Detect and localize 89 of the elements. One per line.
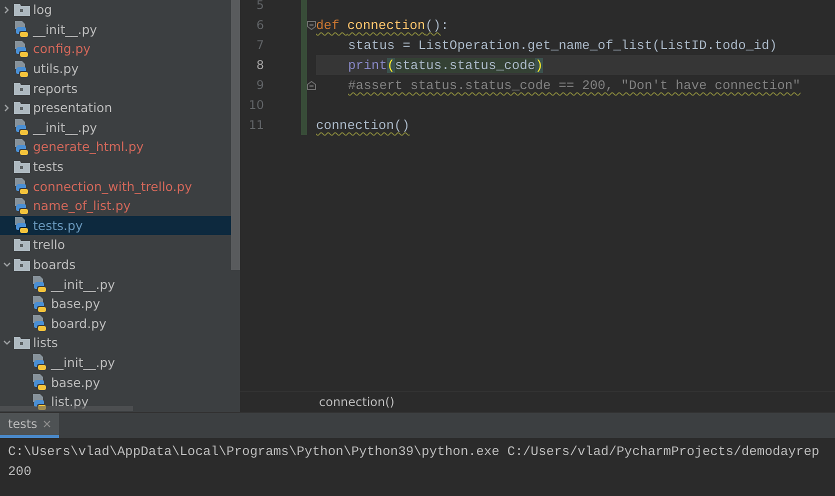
tree-item[interactable]: trello xyxy=(0,235,231,255)
python-file-icon xyxy=(32,394,47,410)
run-tab[interactable]: tests xyxy=(0,413,60,438)
item-label[interactable]: base.py xyxy=(51,296,100,312)
tree-item[interactable]: boards xyxy=(0,254,231,274)
python-file-icon xyxy=(14,138,29,155)
item-label[interactable]: __init__.py xyxy=(51,354,116,370)
item-label[interactable]: __init__.py xyxy=(33,120,98,135)
python-file-icon xyxy=(32,276,47,292)
code-line: connection() xyxy=(316,118,410,132)
console-output: C:\Users\vlad\AppData\Local\Programs\Python\Python39\python.exe C:/Users/vlad/PycharmProjects/demodayrep xyxy=(8,443,820,461)
breadcrumb[interactable]: connection() xyxy=(319,395,394,409)
python-file-icon xyxy=(14,217,29,234)
item-label[interactable]: connection_with_trello.py xyxy=(33,178,192,194)
folder-icon xyxy=(14,238,30,252)
tree-item[interactable]: base.py xyxy=(0,294,231,314)
python-file-icon xyxy=(14,198,29,214)
folder-icon xyxy=(14,101,30,114)
line-number: 8 xyxy=(255,57,264,74)
line-number: 11 xyxy=(248,117,264,134)
tree-item[interactable]: lists xyxy=(0,333,231,353)
change-marker[interactable] xyxy=(301,0,307,15)
item-label[interactable]: lists xyxy=(33,335,58,350)
chevron-down-icon[interactable] xyxy=(3,262,11,268)
tree-item[interactable]: presentation xyxy=(0,98,231,118)
python-file-icon xyxy=(14,119,29,136)
code-line: print(status.status_code) xyxy=(348,58,544,72)
item-label[interactable]: tests.py xyxy=(33,218,83,233)
item-label[interactable]: base.py xyxy=(51,374,100,390)
tree-item[interactable]: base.py xyxy=(0,372,231,392)
python-file-icon xyxy=(32,374,47,390)
item-label[interactable]: boards xyxy=(33,257,76,272)
line-number: 9 xyxy=(255,77,264,94)
item-label[interactable]: presentation xyxy=(33,100,112,116)
folder-icon xyxy=(14,160,30,174)
item-label[interactable]: generate_html.py xyxy=(33,139,144,154)
python-file-icon xyxy=(32,354,47,370)
item-label[interactable]: tests xyxy=(33,159,64,174)
item-label[interactable]: trello xyxy=(33,237,66,252)
python-file-icon xyxy=(14,21,29,38)
item-label[interactable]: list.py xyxy=(51,394,89,410)
tree-item[interactable]: tests.py xyxy=(0,216,231,236)
line-number: 7 xyxy=(255,37,264,54)
python-file-icon xyxy=(32,315,47,332)
tree-item[interactable]: reports xyxy=(0,78,231,98)
folder-icon xyxy=(14,258,30,272)
console-output: 200 xyxy=(8,463,32,481)
change-marker[interactable] xyxy=(301,115,307,135)
tree-item[interactable]: __init__.py xyxy=(0,352,231,372)
line-number: 5 xyxy=(255,0,264,14)
tree-item[interactable]: list.py xyxy=(0,392,231,412)
tree-item[interactable]: __init__.py xyxy=(0,118,231,138)
line-number: 10 xyxy=(248,97,264,114)
item-label[interactable]: config.py xyxy=(33,41,91,56)
tree-item[interactable]: __init__.py xyxy=(0,20,231,40)
chevron-right-icon[interactable] xyxy=(4,6,10,14)
folder-icon xyxy=(14,82,30,95)
tree-item[interactable]: utils.py xyxy=(0,58,231,78)
item-label[interactable]: board.py xyxy=(51,316,106,331)
code-line: #assert status.status_code == 200, "Don't have connection" xyxy=(348,78,800,92)
fold-marker-icon[interactable] xyxy=(307,20,316,30)
python-file-icon xyxy=(32,296,47,312)
python-file-icon xyxy=(14,60,29,77)
close-icon[interactable] xyxy=(43,420,52,428)
python-file-icon xyxy=(14,40,29,57)
tree-item[interactable]: board.py xyxy=(0,314,231,334)
python-file-icon xyxy=(14,178,29,194)
chevron-right-icon[interactable] xyxy=(4,104,10,112)
item-label[interactable]: log xyxy=(33,2,52,18)
item-label[interactable]: __init__.py xyxy=(51,276,116,292)
code-line: def connection(): xyxy=(316,18,449,32)
tree-item[interactable]: generate_html.py xyxy=(0,137,231,157)
fold-marker-icon[interactable] xyxy=(307,80,316,90)
item-label[interactable]: name_of_list.py xyxy=(33,198,131,214)
tree-item[interactable]: __init__.py xyxy=(0,274,231,294)
tree-item[interactable]: name_of_list.py xyxy=(0,196,231,216)
chevron-down-icon[interactable] xyxy=(3,340,11,346)
folder-icon xyxy=(14,336,30,350)
folder-icon xyxy=(14,3,30,16)
item-label[interactable]: utils.py xyxy=(33,61,79,76)
tree-item[interactable]: tests xyxy=(0,156,231,176)
tree-item[interactable]: connection_with_trello.py xyxy=(0,176,231,196)
tree-item[interactable]: log xyxy=(0,0,231,20)
item-label[interactable]: __init__.py xyxy=(33,22,98,37)
line-number: 6 xyxy=(255,17,264,34)
item-label[interactable]: reports xyxy=(33,80,78,96)
code-line: status = ListOperation.get_name_of_list(ListID.todo_id) xyxy=(348,38,778,52)
tree-item[interactable]: config.py xyxy=(0,39,231,59)
scrollbar-thumb[interactable] xyxy=(231,0,240,270)
